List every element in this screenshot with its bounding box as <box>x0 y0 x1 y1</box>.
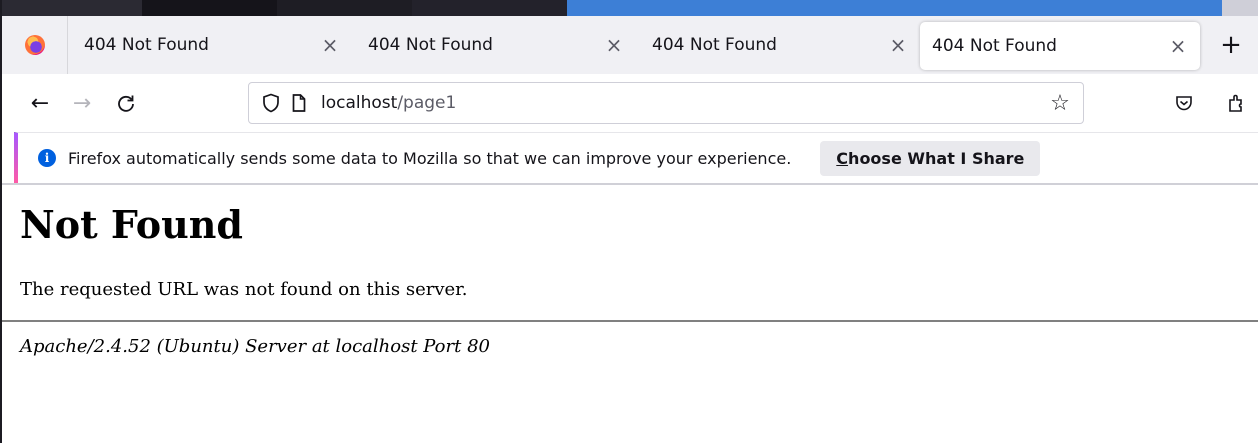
url-bar[interactable]: localhost/page1 ☆ <box>248 82 1084 124</box>
pocket-icon <box>1176 96 1192 111</box>
desktop-top-strip <box>2 0 1258 16</box>
tab-title: 404 Not Found <box>932 36 1057 56</box>
pocket-button[interactable] <box>1164 83 1204 123</box>
taskbar-segment <box>142 0 277 16</box>
button-label: hoose What I Share <box>848 148 1025 168</box>
tab-close-icon[interactable]: × <box>1168 36 1188 56</box>
url-path: /page1 <box>397 93 457 113</box>
tab-bar: 404 Not Found × 404 Not Found × 404 Not … <box>2 16 1258 74</box>
back-button[interactable]: ← <box>20 83 60 123</box>
extensions-icon <box>1229 94 1242 112</box>
tab-close-icon[interactable]: × <box>320 35 340 55</box>
firefox-view-button[interactable] <box>2 16 68 74</box>
taskbar-segment <box>277 0 412 16</box>
tab-title: 404 Not Found <box>368 35 493 55</box>
tab-title: 404 Not Found <box>652 35 777 55</box>
content-separator <box>2 183 1258 185</box>
notification-bar: i Firefox automatically sends some data … <box>14 132 1258 183</box>
tab-3[interactable]: 404 Not Found × <box>636 16 920 74</box>
server-signature: Apache/2.4.52 (Ubuntu) Server at localho… <box>20 336 490 357</box>
page-title: Not Found <box>20 202 243 247</box>
taskbar-segment-highlight <box>567 0 1222 16</box>
bookmark-star-icon[interactable]: ☆ <box>1043 91 1077 116</box>
tab-close-icon[interactable]: × <box>888 35 908 55</box>
tab-close-icon[interactable]: × <box>604 35 624 55</box>
taskbar-segment <box>2 0 142 16</box>
taskbar-segment <box>1222 0 1258 16</box>
tab-4-active[interactable]: 404 Not Found × <box>920 22 1200 70</box>
page-info-icon[interactable] <box>285 93 313 113</box>
reload-icon <box>118 95 134 112</box>
browser-window: 404 Not Found × 404 Not Found × 404 Not … <box>0 0 1258 443</box>
page-content: Not Found The requested URL was not foun… <box>2 199 1258 360</box>
navigation-toolbar: ← → localhost/page1 ☆ <box>2 74 1258 132</box>
firefox-logo-icon <box>24 35 45 55</box>
new-tab-button[interactable]: + <box>1204 16 1258 74</box>
tab-2[interactable]: 404 Not Found × <box>352 16 636 74</box>
button-accesskey: C <box>836 148 849 168</box>
url-host: localhost <box>321 93 398 113</box>
reload-button[interactable] <box>106 83 146 123</box>
taskbar-segment <box>412 0 567 16</box>
forward-button[interactable]: → <box>62 83 102 123</box>
choose-what-i-share-button[interactable]: Choose What I Share <box>820 140 1041 176</box>
url-text[interactable]: localhost/page1 <box>321 93 1043 113</box>
notification-message: Firefox automatically sends some data to… <box>68 148 792 168</box>
extensions-button[interactable] <box>1216 83 1256 123</box>
info-icon: i <box>38 149 56 167</box>
horizontal-rule <box>2 320 1258 322</box>
tracking-protection-shield-icon[interactable] <box>257 93 285 113</box>
error-message: The requested URL was not found on this … <box>20 279 468 300</box>
tab-title: 404 Not Found <box>84 35 209 55</box>
tab-1[interactable]: 404 Not Found × <box>68 16 352 74</box>
